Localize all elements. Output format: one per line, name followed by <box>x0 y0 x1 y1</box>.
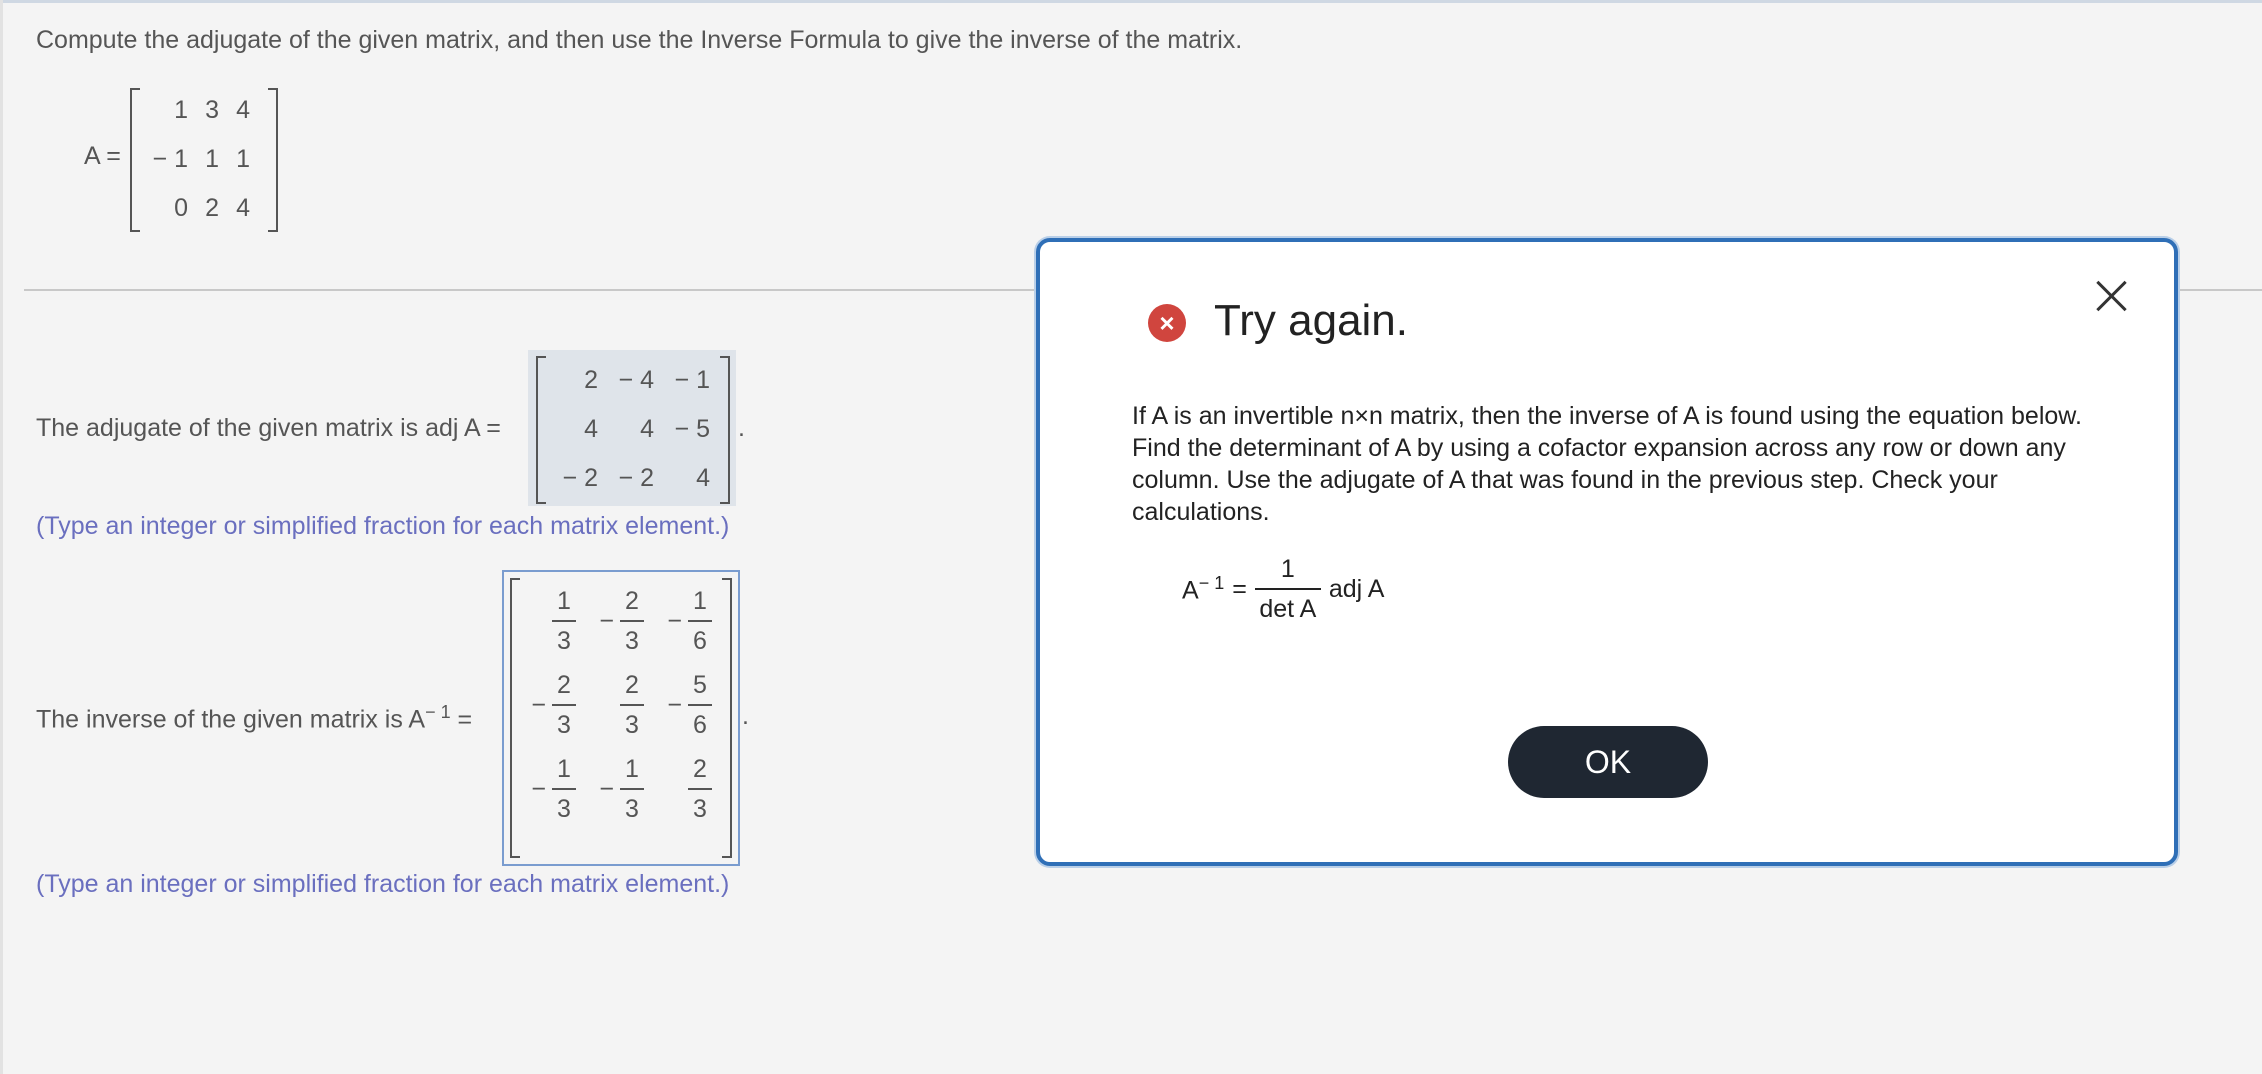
matrix-a-cell-0-1: 3 <box>205 96 219 124</box>
inverse-fraction: 13 <box>552 754 576 824</box>
inverse-formula: A− 1 = 1 det A adj A <box>1182 554 1384 624</box>
dialog-message: If A is an invertible n×n matrix, then t… <box>1132 402 2082 526</box>
adjugate-cell-0-1: − 4 <box>618 366 654 394</box>
inverse-fraction: 13 <box>620 754 644 824</box>
adjugate-cell-2-1: − 2 <box>618 464 654 492</box>
inverse-prefix: The inverse of the given matrix is A− 1 … <box>36 702 473 734</box>
matrix-a-cell-1-2: 1 <box>236 145 250 173</box>
inverse-cell-1-0: −2 3 <box>524 670 576 740</box>
feedback-dialog: × Try again. If A is an invertible n×n m… <box>1036 238 2178 866</box>
top-border <box>0 0 2262 3</box>
adjugate-hint: (Type an integer or simplified fraction … <box>36 512 730 540</box>
inverse-sign: − <box>667 606 682 635</box>
close-icon[interactable] <box>2092 276 2132 316</box>
left-border <box>0 0 3 1074</box>
formula-rhs: adj A <box>1328 574 1385 603</box>
inverse-cell-0-1: −2 3 <box>576 586 644 656</box>
inverse-hint: (Type an integer or simplified fraction … <box>36 870 730 898</box>
inverse-cell-2-0: −1 3 <box>524 754 576 824</box>
matrix-a-cell-2-1: 2 <box>205 194 219 222</box>
inverse-cell-0-0: 13 <box>524 586 576 656</box>
inverse-fraction: 23 <box>552 670 576 740</box>
ok-button[interactable]: OK <box>1508 726 1708 798</box>
question-text: Compute the adjugate of the given matrix… <box>36 26 1243 54</box>
matrix-a-cell-0-2: 4 <box>236 96 250 124</box>
inverse-fraction: 16 <box>688 586 712 656</box>
formula-lhs: A− 1 <box>1182 572 1225 605</box>
inverse-fraction: 13 <box>552 586 576 656</box>
inverse-cell-2-2: 23 <box>644 754 712 824</box>
matrix-a-cell-1-0: − 1 <box>152 145 188 173</box>
inverse-fraction: 23 <box>688 754 712 824</box>
matrix-a-label: A = <box>84 142 121 170</box>
inverse-sign: − <box>531 690 546 719</box>
adjugate-cell-2-2: 4 <box>696 464 710 492</box>
adjugate-cell-0-0: 2 <box>584 366 598 394</box>
formula-fraction: 1 det A <box>1254 554 1321 624</box>
adjugate-period: . <box>738 414 745 442</box>
inverse-period: . <box>742 702 749 730</box>
inverse-cell-0-2: −1 6 <box>644 586 712 656</box>
inverse-sign: − <box>599 774 614 803</box>
matrix-a-cell-1-1: 1 <box>205 145 219 173</box>
inverse-sign: − <box>531 774 546 803</box>
adjugate-cell-1-0: 4 <box>584 415 598 443</box>
formula-eq: = <box>1232 574 1247 603</box>
adjugate-matrix: 2 − 4 − 1 4 4 − 5 − 2 − 2 4 <box>536 356 730 504</box>
inverse-matrix: 1 3−2 3−1 6−2 3 2 3−5 6−1 3−1 3 2 3 <box>510 578 732 858</box>
matrix-a: 1 3 4− 111024 <box>130 88 278 232</box>
adjugate-cell-1-2: − 5 <box>674 415 710 443</box>
inverse-cell-2-1: −1 3 <box>576 754 644 824</box>
adjugate-prefix: The adjugate of the given matrix is adj … <box>36 414 501 442</box>
inverse-fraction: 23 <box>620 586 644 656</box>
x-circle-icon: × <box>1148 304 1186 342</box>
dialog-title: Try again. <box>1214 296 1409 345</box>
adjugate-cell-0-2: − 1 <box>674 366 710 394</box>
adjugate-cell-2-0: − 2 <box>562 464 598 492</box>
matrix-a-cell-2-0: 0 <box>174 194 188 222</box>
inverse-cell-1-1: 23 <box>576 670 644 740</box>
inverse-fraction: 23 <box>620 670 644 740</box>
matrix-a-cell-0-0: 1 <box>174 96 188 124</box>
inverse-sign: − <box>667 690 682 719</box>
adjugate-cell-1-1: 4 <box>640 415 654 443</box>
inverse-fraction: 56 <box>688 670 712 740</box>
inverse-cell-1-2: −5 6 <box>644 670 712 740</box>
matrix-a-cell-2-2: 4 <box>236 194 250 222</box>
inverse-sign: − <box>599 606 614 635</box>
